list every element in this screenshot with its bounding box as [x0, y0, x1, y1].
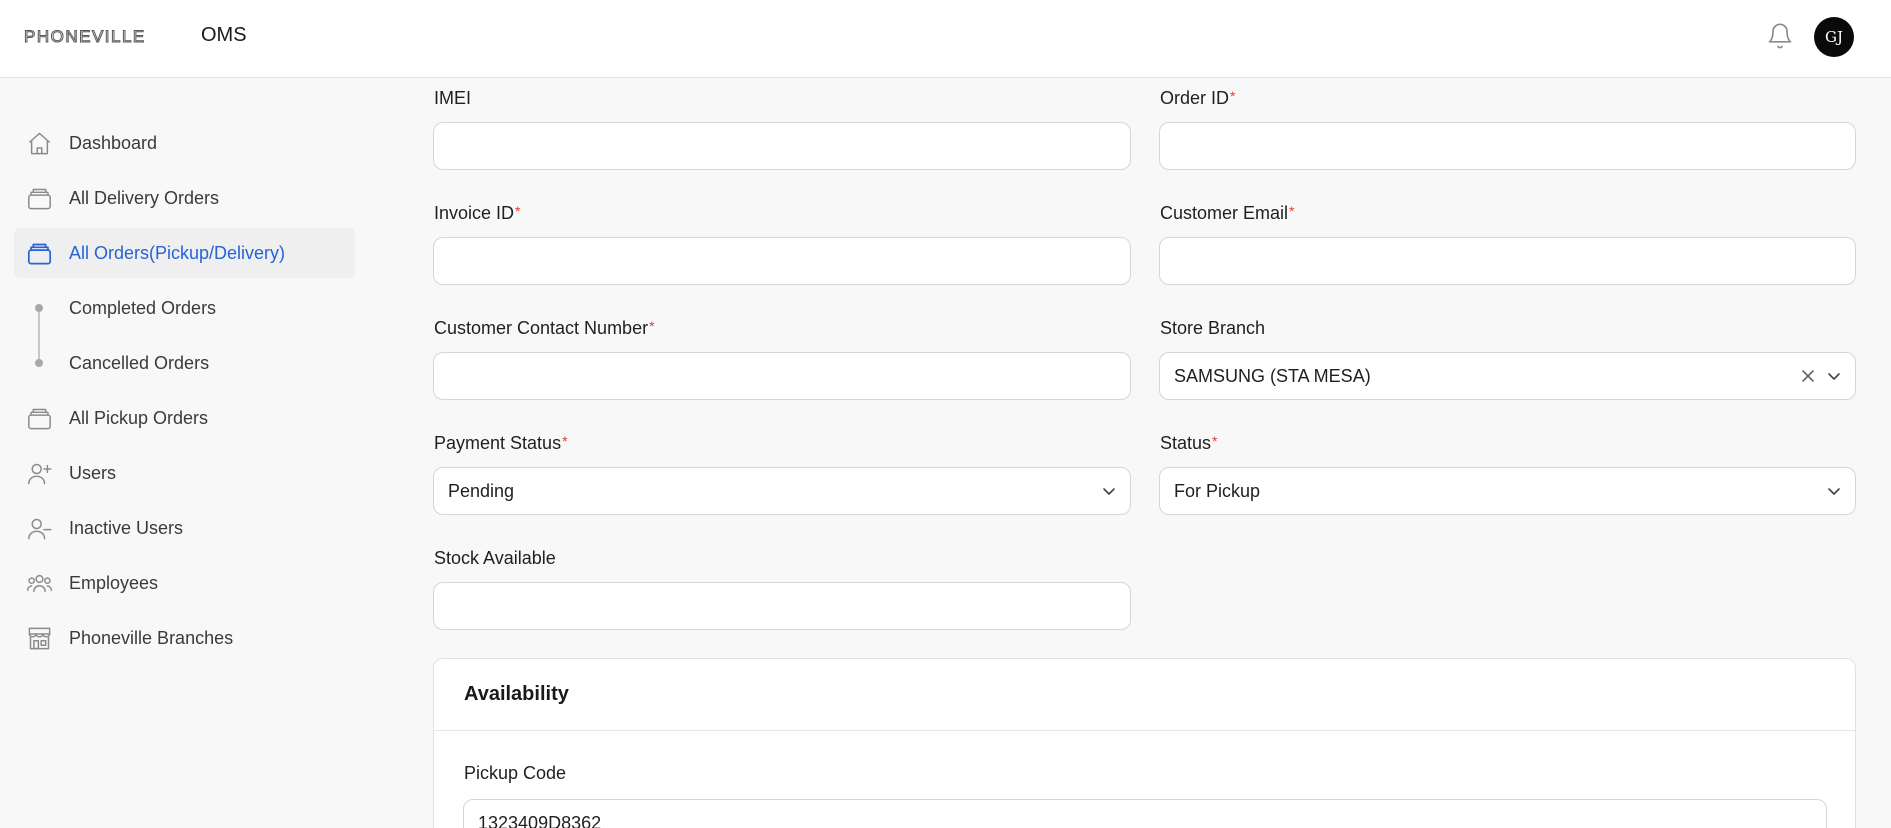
- sidebar-item-label: Users: [69, 462, 117, 483]
- imei-input[interactable]: [433, 122, 1131, 170]
- payment-status-label: Payment Status*: [434, 433, 568, 454]
- status-label-text: Status: [1160, 433, 1212, 453]
- pickup-code-label-text: Pickup Code: [464, 763, 567, 783]
- sidebar-item-cancelled-orders[interactable]: Cancelled Orders: [14, 338, 355, 388]
- top-bar: PHONEVILLE OMS GJ: [0, 0, 1891, 78]
- customer-contact-label-text: Customer Contact Number: [434, 318, 649, 338]
- phoneville-logo[interactable]: PHONEVILLE: [24, 27, 184, 45]
- imei-label-text: IMEI: [434, 88, 472, 108]
- required-asterisk: *: [1212, 433, 1218, 449]
- pickup-code-label: Pickup Code: [464, 763, 566, 784]
- store-branch-label: Store Branch: [1160, 318, 1265, 339]
- customer-contact-input[interactable]: [433, 352, 1131, 400]
- stock-available-label: Stock Available: [434, 548, 556, 569]
- store-branch-value: SAMSUNG (STA MESA): [1174, 365, 1371, 386]
- invoice-id-input[interactable]: [433, 237, 1131, 285]
- storefront-icon: [28, 627, 51, 650]
- customer-contact-label: Customer Contact Number*: [434, 318, 655, 339]
- sidebar-item-label: Inactive Users: [69, 517, 184, 538]
- sidebar-item-employees[interactable]: Employees: [14, 558, 355, 608]
- box-stack-icon: [28, 188, 51, 210]
- sidebar-item-label: Completed Orders: [69, 297, 217, 318]
- pickup-code-input[interactable]: 1323409D8362: [463, 799, 1827, 828]
- imei-label: IMEI: [434, 88, 471, 109]
- status-select[interactable]: For Pickup: [1159, 467, 1856, 515]
- required-asterisk: *: [649, 318, 655, 334]
- order-id-label-text: Order ID: [1160, 88, 1230, 108]
- customer-email-label: Customer Email*: [1160, 203, 1294, 224]
- user-plus-icon: [28, 463, 52, 485]
- required-asterisk: *: [1230, 88, 1236, 104]
- order-id-label: Order ID*: [1160, 88, 1235, 109]
- availability-title: Availability: [464, 683, 569, 705]
- store-branch-select[interactable]: SAMSUNG (STA MESA): [1159, 352, 1856, 400]
- chevron-down-icon[interactable]: [1827, 484, 1841, 498]
- box-stack-icon: [28, 408, 51, 430]
- app-title: OMS: [201, 24, 247, 46]
- status-label: Status*: [1160, 433, 1217, 454]
- sidebar-item-label: Dashboard: [69, 132, 158, 153]
- order-id-input[interactable]: [1159, 122, 1856, 170]
- sidebar-item-all-pickup-orders[interactable]: All Pickup Orders: [14, 393, 355, 443]
- customer-email-label-text: Customer Email: [1160, 203, 1289, 223]
- sidebar-item-label: All Delivery Orders: [69, 187, 220, 208]
- user-avatar[interactable]: GJ: [1814, 17, 1854, 57]
- clear-icon[interactable]: [1801, 369, 1815, 383]
- status-value: For Pickup: [1174, 480, 1261, 501]
- chevron-down-icon[interactable]: [1102, 484, 1116, 498]
- bell-icon[interactable]: [1766, 21, 1794, 51]
- payment-status-label-text: Payment Status: [434, 433, 562, 453]
- sidebar: Dashboard All Delivery Orders All Orders…: [0, 79, 370, 828]
- payment-status-select[interactable]: Pending: [433, 467, 1131, 515]
- sidebar-item-label: Cancelled Orders: [69, 352, 210, 373]
- payment-status-value: Pending: [448, 480, 515, 501]
- sidebar-item-completed-orders[interactable]: Completed Orders: [14, 283, 355, 333]
- svg-text:PHONEVILLE: PHONEVILLE: [24, 27, 146, 45]
- store-branch-label-text: Store Branch: [1160, 318, 1266, 338]
- sidebar-item-label: Employees: [69, 572, 159, 593]
- chevron-down-icon[interactable]: [1827, 369, 1841, 383]
- sidebar-item-users[interactable]: Users: [14, 448, 355, 498]
- customer-email-input[interactable]: [1159, 237, 1856, 285]
- invoice-id-label: Invoice ID*: [434, 203, 521, 224]
- required-asterisk: *: [562, 433, 568, 449]
- availability-card: Availability Pickup Code 1323409D8362: [433, 658, 1856, 828]
- sidebar-item-label: Phoneville Branches: [69, 627, 234, 648]
- stock-available-input[interactable]: [433, 582, 1131, 630]
- pickup-code-value: 1323409D8362: [478, 812, 602, 828]
- sidebar-item-label: All Pickup Orders: [69, 407, 209, 428]
- box-stack-icon: [27, 243, 52, 265]
- sidebar-item-dashboard[interactable]: Dashboard: [14, 118, 355, 168]
- invoice-id-label-text: Invoice ID: [434, 203, 515, 223]
- sidebar-item-all-orders[interactable]: All Orders(Pickup/Delivery): [14, 228, 355, 278]
- required-asterisk: *: [1289, 203, 1295, 219]
- sidebar-item-inactive-users[interactable]: Inactive Users: [14, 503, 355, 553]
- sidebar-item-phoneville-branches[interactable]: Phoneville Branches: [14, 613, 355, 663]
- required-asterisk: *: [515, 203, 521, 219]
- sidebar-item-label: All Orders(Pickup/Delivery): [69, 242, 286, 263]
- home-icon: [28, 132, 51, 155]
- user-minus-icon: [28, 518, 52, 540]
- sidebar-item-all-delivery-orders[interactable]: All Delivery Orders: [14, 173, 355, 223]
- users-group-icon: [26, 574, 53, 593]
- stock-available-label-text: Stock Available: [434, 548, 556, 568]
- card-divider: [434, 730, 1855, 731]
